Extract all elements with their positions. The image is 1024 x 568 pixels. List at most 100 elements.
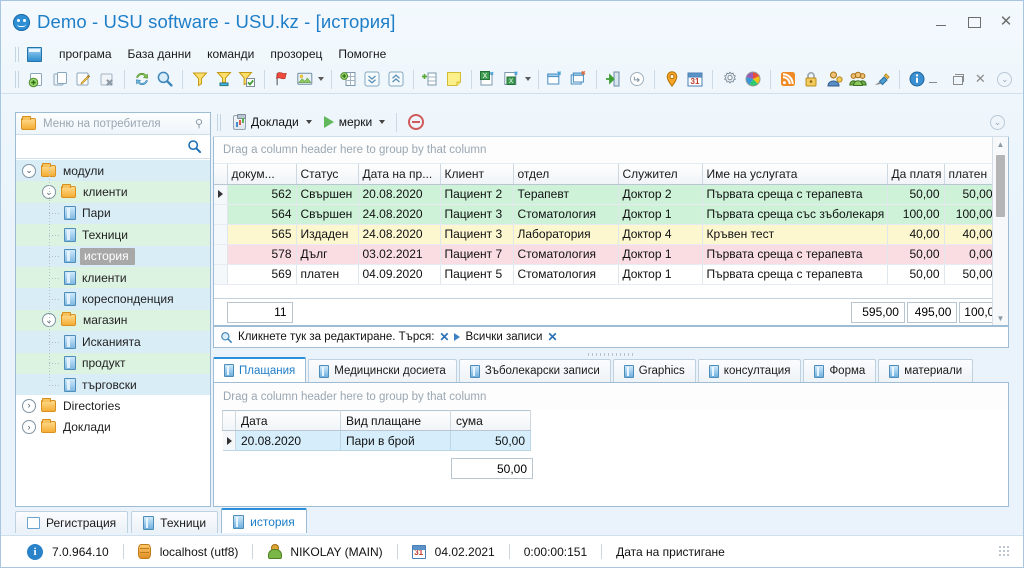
cell-employee[interactable]: Доктор 1	[618, 264, 703, 285]
cell-status[interactable]: платен	[296, 264, 359, 285]
panel-splitter[interactable]	[213, 351, 1009, 358]
cell-service[interactable]: Първата среща с терапевта	[702, 264, 888, 285]
cell-status[interactable]: Издаден	[296, 224, 359, 245]
measures-caret-icon[interactable]	[379, 120, 386, 124]
settings-gear-icon[interactable]	[719, 68, 741, 90]
col-employee[interactable]: Служител	[618, 164, 703, 185]
tree-item-клиенти[interactable]: клиенти	[16, 266, 210, 289]
minimize-circle-icon[interactable]	[626, 68, 648, 90]
wintab-registraciya[interactable]: Регистрация	[15, 511, 129, 533]
records-toolbar-overflow-icon[interactable]: ⌄	[990, 114, 1005, 130]
collapse-node-icon[interactable]: ⌄	[22, 163, 36, 178]
cell-topay[interactable]: 40,00	[887, 224, 945, 245]
cell-paid[interactable]: 100,00	[944, 204, 998, 225]
row-indicator[interactable]	[214, 224, 228, 245]
filter-check-icon[interactable]	[236, 68, 258, 90]
menu-pomogne[interactable]: Помогне	[330, 45, 394, 63]
row-indicator[interactable]	[214, 244, 228, 265]
expand-node-icon[interactable]: ›	[22, 420, 36, 435]
row-indicator[interactable]	[214, 204, 228, 225]
filter-play-icon[interactable]	[454, 333, 461, 341]
mdi-close-button[interactable]: ✕	[974, 72, 986, 85]
col-status[interactable]: Статус	[296, 164, 359, 185]
cell-topay[interactable]: 100,00	[887, 204, 945, 225]
cell-dept[interactable]: Стоматология	[513, 244, 619, 265]
cell-service[interactable]: Първата среща със зъболекаря	[702, 204, 888, 225]
records-vertical-scrollbar[interactable]: ▲ ▼	[992, 137, 1008, 325]
mdi-minimize-button[interactable]	[928, 73, 940, 85]
expand-all-icon[interactable]	[361, 68, 383, 90]
cell-employee[interactable]: Доктор 4	[618, 224, 703, 245]
calendar-icon[interactable]: 31	[684, 68, 706, 90]
cell-date[interactable]: 20.08.2020	[235, 430, 341, 451]
cell-employee[interactable]: Доктор 2	[618, 183, 703, 205]
tree-item-магазин[interactable]: ⌄ магазин	[16, 309, 210, 332]
cell-status[interactable]: Свършен	[296, 183, 359, 205]
filter-clear-search-icon[interactable]: ✕	[439, 330, 449, 344]
subcol-type[interactable]: Вид плащане	[340, 410, 451, 431]
row-indicator[interactable]	[214, 264, 228, 285]
filter-edit-hint[interactable]: Кликнете тук за редактиране. Търся:	[238, 331, 434, 343]
duplicate-window-icon[interactable]	[568, 68, 590, 90]
table-row[interactable]: 562 Свършен 20.08.2020 Пациент 2 Терапевт Док…	[214, 183, 1008, 205]
maximize-button[interactable]	[967, 15, 981, 29]
open-windows-tabs[interactable]: Регистрация Техници история	[15, 507, 1009, 533]
cell-employee[interactable]: Доктор 1	[618, 244, 703, 265]
table-row[interactable]: 569 платен 04.09.2020 Пациент 5 Стоматология…	[214, 264, 1008, 285]
expand-node-icon[interactable]: ›	[22, 398, 36, 413]
user-key-icon[interactable]	[824, 68, 846, 90]
tab-dental[interactable]: Зъболекарски записи	[458, 359, 611, 382]
image-icon[interactable]	[294, 68, 316, 90]
records-toolbar-grip[interactable]	[217, 113, 222, 131]
cell-paid[interactable]: 40,00	[944, 224, 998, 245]
col-client[interactable]: Клиент	[440, 164, 514, 185]
scroll-down-arrow-icon[interactable]: ▼	[993, 311, 1008, 325]
filter-icon[interactable]	[189, 68, 211, 90]
filter-all-records-label[interactable]: Всички записи	[465, 331, 542, 343]
cell-service[interactable]: Кръвен тест	[702, 224, 888, 245]
search-icon[interactable]	[187, 139, 202, 154]
tab-forma[interactable]: Форма	[803, 359, 877, 382]
image-dropdown-caret-icon[interactable]	[317, 68, 326, 90]
col-topay[interactable]: Да платя	[887, 164, 945, 185]
scrollbar-thumb[interactable]	[996, 155, 1005, 217]
mdi-restore-button[interactable]	[951, 73, 965, 85]
current-row-indicator[interactable]	[214, 183, 228, 205]
column-add-icon[interactable]	[338, 68, 360, 90]
scroll-up-arrow-icon[interactable]: ▲	[993, 137, 1008, 151]
cell-date[interactable]: 24.08.2020	[358, 204, 441, 225]
cell-document[interactable]: 564	[227, 204, 297, 225]
table-row[interactable]: 565 Издаден 24.08.2020 Пациент 3 Лаборатория…	[214, 224, 1008, 245]
tree-item-кореспонденция[interactable]: кореспонденция	[16, 288, 210, 310]
sidebar-search-row[interactable]	[16, 135, 210, 159]
toolbar-drag-grip[interactable]	[15, 70, 20, 88]
cell-dept[interactable]: Лаборатория	[513, 224, 619, 245]
cell-date[interactable]: 24.08.2020	[358, 224, 441, 245]
delete-record-icon[interactable]	[97, 68, 119, 90]
import-excel-icon[interactable]: X	[501, 68, 523, 90]
copy-record-icon[interactable]	[49, 68, 71, 90]
cell-service[interactable]: Първата среща с терапевта	[702, 183, 888, 205]
toolbar-overflow-icon[interactable]: ⌄	[997, 71, 1013, 87]
tab-plashtania[interactable]: Плащания	[213, 357, 307, 382]
info-icon[interactable]	[906, 68, 928, 90]
tree-item-пари[interactable]: Пари	[16, 202, 210, 225]
reports-button[interactable]: Доклади	[227, 111, 318, 134]
cell-paid[interactable]: 50,00	[944, 264, 998, 285]
tab-graphics[interactable]: Graphics	[612, 359, 696, 382]
table-row[interactable]: 564 Свършен 24.08.2020 Пациент 3 Стоматологи…	[214, 204, 1008, 225]
subcol-amount[interactable]: сума	[450, 410, 531, 431]
collapse-node-icon[interactable]: ⌄	[42, 185, 56, 200]
tree-item-търговски[interactable]: търговски	[16, 373, 210, 396]
cell-paid[interactable]: 50,00	[944, 183, 998, 205]
cell-topay[interactable]: 50,00	[887, 264, 945, 285]
edit-record-icon[interactable]	[73, 68, 95, 90]
color-wheel-icon[interactable]	[742, 68, 764, 90]
cell-document[interactable]: 569	[227, 264, 297, 285]
export-excel-icon[interactable]: X	[478, 68, 500, 90]
tab-consult[interactable]: консултация	[697, 359, 802, 382]
menu-komandi[interactable]: команди	[199, 45, 262, 63]
menu-baza-danni[interactable]: База данни	[120, 45, 200, 63]
flag-icon[interactable]	[271, 68, 293, 90]
new-window-icon[interactable]	[545, 68, 567, 90]
